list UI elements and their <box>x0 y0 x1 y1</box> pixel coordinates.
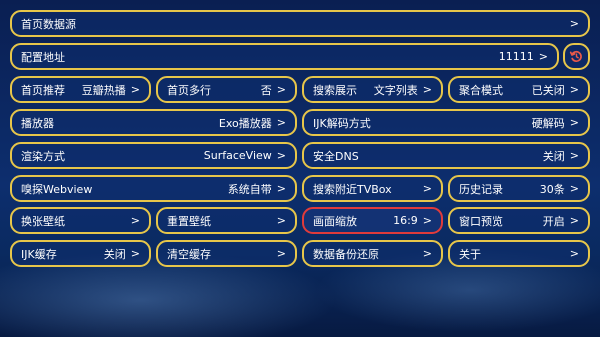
search-tvbox-button[interactable]: 搜索附近TVBox > <box>302 175 443 202</box>
chevron-right-icon: > <box>569 83 579 96</box>
chevron-right-icon: > <box>569 17 579 30</box>
screen-scale-button[interactable]: 画面缩放 16:9 > <box>302 207 443 234</box>
window-preview-value: 开启 <box>542 214 565 228</box>
chevron-right-icon: > <box>538 50 548 63</box>
search-tvbox-label: 搜索附近TVBox <box>313 182 392 196</box>
home-recommend-button[interactable]: 首页推荐 豆瓣热播 > <box>10 76 151 103</box>
chevron-right-icon: > <box>569 182 579 195</box>
secure-dns-button[interactable]: 安全DNS 关闭 > <box>302 142 590 169</box>
backup-restore-label: 数据备份还原 <box>313 247 379 261</box>
clear-cache-label: 清空缓存 <box>167 247 211 261</box>
aggregate-mode-value: 已关闭 <box>531 83 565 97</box>
window-preview-label: 窗口预览 <box>459 214 503 228</box>
about-button[interactable]: 关于 > <box>448 240 590 267</box>
chevron-right-icon: > <box>130 83 140 96</box>
config-url-button[interactable]: 配置地址 11111 > <box>10 43 559 70</box>
screen-scale-label: 画面缩放 <box>313 214 357 228</box>
reset-wallpaper-label: 重置壁纸 <box>167 214 211 228</box>
about-label: 关于 <box>459 247 481 261</box>
refresh-button[interactable] <box>563 43 590 70</box>
home-multiline-value: 否 <box>260 83 272 97</box>
chevron-right-icon: > <box>569 149 579 162</box>
secure-dns-label: 安全DNS <box>313 149 359 163</box>
render-mode-button[interactable]: 渲染方式 SurfaceView > <box>10 142 297 169</box>
render-mode-value: SurfaceView <box>203 149 272 162</box>
chevron-right-icon: > <box>276 149 286 162</box>
ijk-cache-label: IJK缓存 <box>21 247 57 261</box>
reset-wallpaper-button[interactable]: 重置壁纸 > <box>156 207 297 234</box>
search-display-value: 文字列表 <box>373 83 418 97</box>
home-source-button[interactable]: 首页数据源 > <box>10 10 590 37</box>
history-value: 30条 <box>539 182 565 196</box>
home-source-label: 首页数据源 <box>21 17 76 31</box>
chevron-right-icon: > <box>130 247 140 260</box>
player-value: Exo播放器 <box>218 116 272 130</box>
backup-restore-button[interactable]: 数据备份还原 > <box>302 240 443 267</box>
player-label: 播放器 <box>21 116 54 130</box>
chevron-right-icon: > <box>276 182 286 195</box>
change-wallpaper-button[interactable]: 换张壁纸 > <box>10 207 151 234</box>
home-recommend-label: 首页推荐 <box>21 83 65 97</box>
ijk-decode-label: IJK解码方式 <box>313 116 371 130</box>
chevron-right-icon: > <box>422 214 432 227</box>
chevron-right-icon: > <box>569 116 579 129</box>
chevron-right-icon: > <box>130 214 140 227</box>
chevron-right-icon: > <box>276 116 286 129</box>
chevron-right-icon: > <box>422 247 432 260</box>
history-label: 历史记录 <box>459 182 503 196</box>
sniff-webview-button[interactable]: 嗅探Webview 系统自带 > <box>10 175 297 202</box>
ijk-decode-value: 硬解码 <box>531 116 565 130</box>
clear-cache-button[interactable]: 清空缓存 > <box>156 240 297 267</box>
refresh-icon <box>569 50 582 62</box>
config-url-label: 配置地址 <box>21 50 65 64</box>
home-multiline-button[interactable]: 首页多行 否 > <box>156 76 297 103</box>
home-multiline-label: 首页多行 <box>167 83 211 97</box>
search-display-button[interactable]: 搜索展示 文字列表 > <box>302 76 443 103</box>
player-button[interactable]: 播放器 Exo播放器 > <box>10 109 297 136</box>
ijk-decode-button[interactable]: IJK解码方式 硬解码 > <box>302 109 590 136</box>
chevron-right-icon: > <box>422 182 432 195</box>
chevron-right-icon: > <box>422 83 432 96</box>
render-mode-label: 渲染方式 <box>21 149 65 163</box>
sniff-webview-label: 嗅探Webview <box>21 182 93 196</box>
history-button[interactable]: 历史记录 30条 > <box>448 175 590 202</box>
window-preview-button[interactable]: 窗口预览 开启 > <box>448 207 590 234</box>
secure-dns-value: 关闭 <box>542 149 565 163</box>
chevron-right-icon: > <box>276 214 286 227</box>
aggregate-mode-button[interactable]: 聚合模式 已关闭 > <box>448 76 590 103</box>
aggregate-mode-label: 聚合模式 <box>459 83 503 97</box>
config-url-value: 11111 <box>498 50 534 63</box>
sniff-webview-value: 系统自带 <box>227 182 272 196</box>
screen-scale-value: 16:9 <box>393 214 418 227</box>
chevron-right-icon: > <box>276 247 286 260</box>
chevron-right-icon: > <box>569 214 579 227</box>
chevron-right-icon: > <box>569 247 579 260</box>
ijk-cache-value: 关闭 <box>103 247 126 261</box>
chevron-right-icon: > <box>276 83 286 96</box>
home-recommend-value: 豆瓣热播 <box>81 83 126 97</box>
search-display-label: 搜索展示 <box>313 83 357 97</box>
ijk-cache-button[interactable]: IJK缓存 关闭 > <box>10 240 151 267</box>
change-wallpaper-label: 换张壁纸 <box>21 214 65 228</box>
